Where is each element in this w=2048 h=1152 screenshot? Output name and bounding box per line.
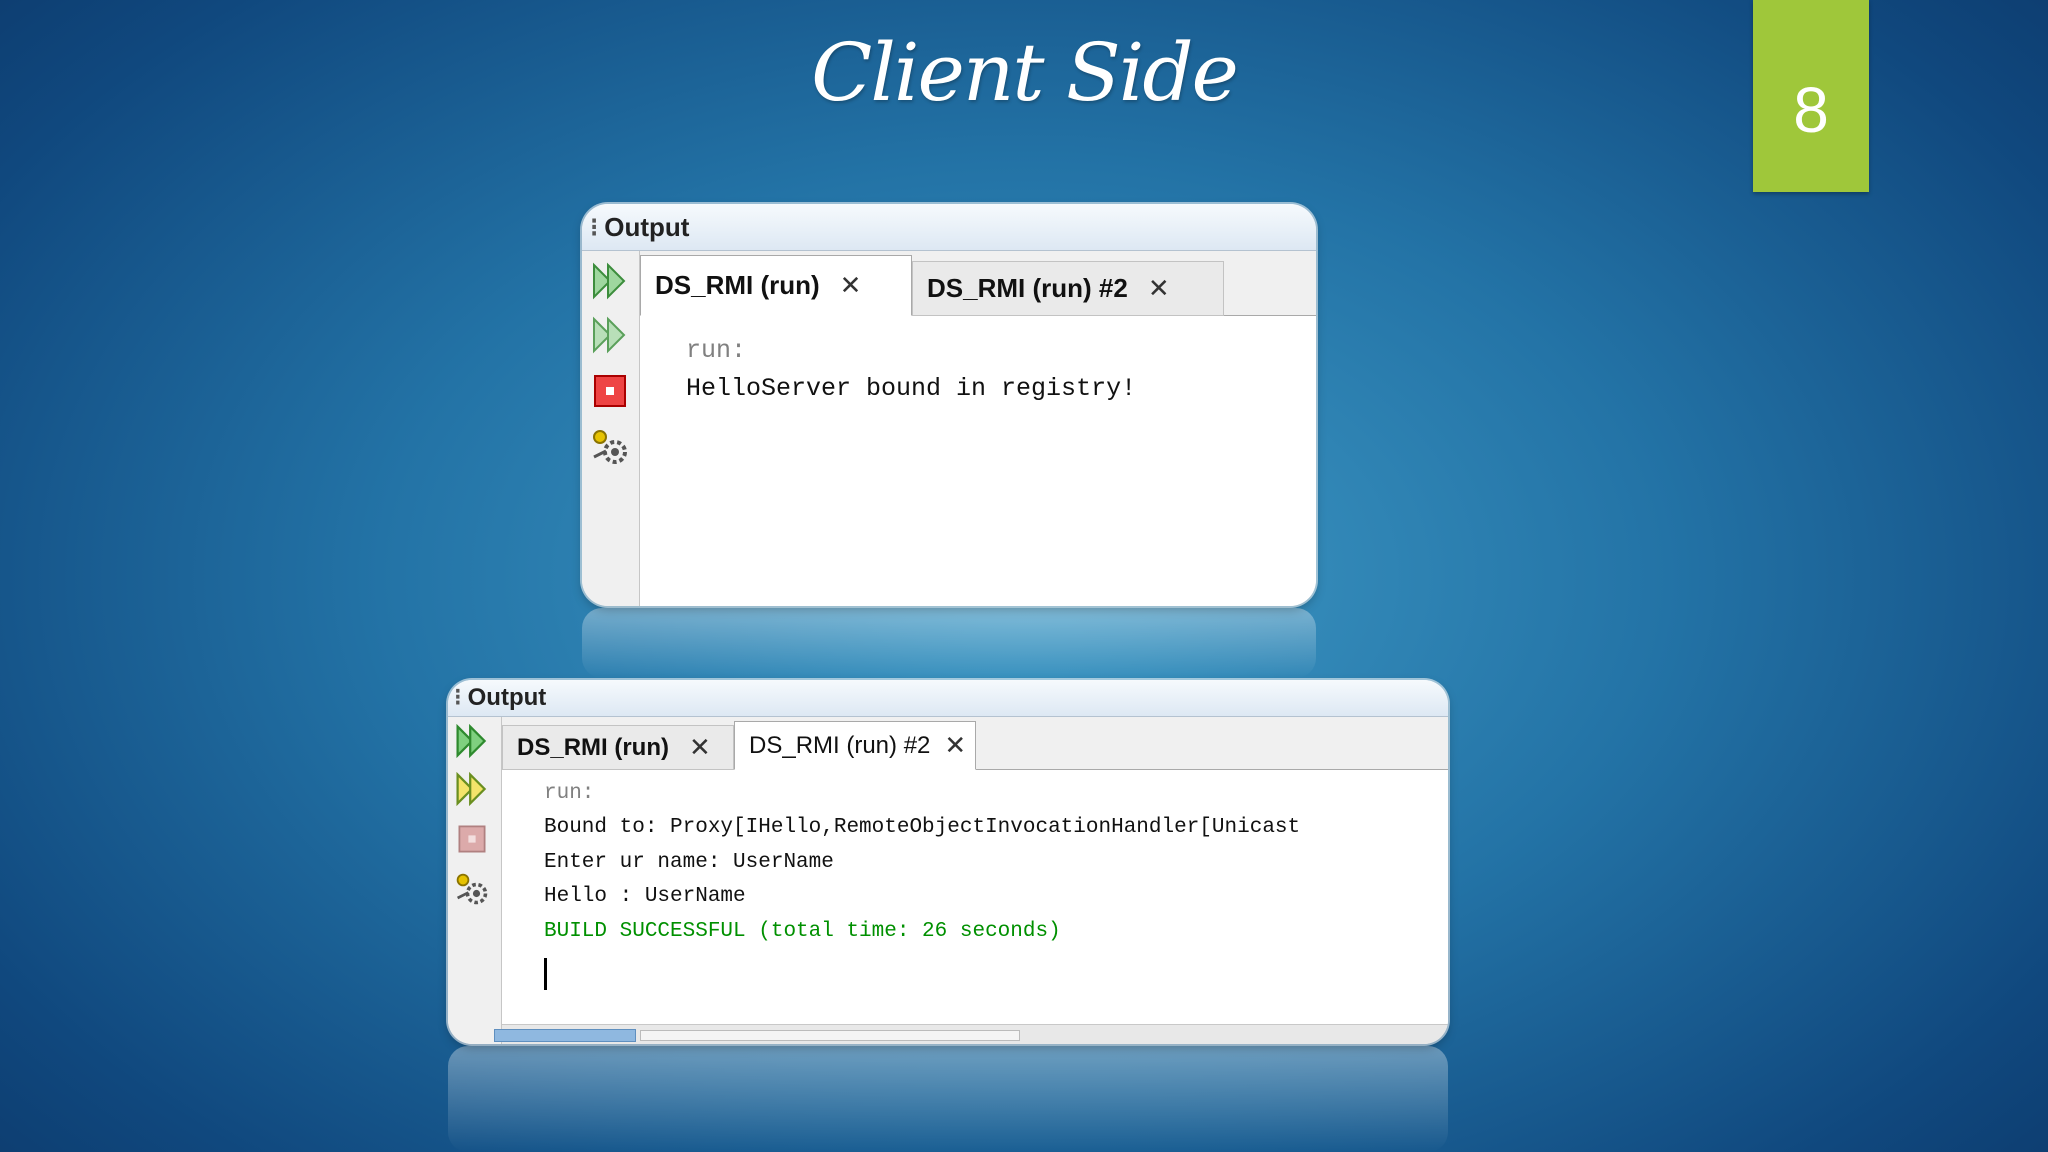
stop-icon[interactable] [454,821,490,857]
tab-ds-rmi-run[interactable]: DS_RMI (run) ✕ [640,255,912,316]
output-toolbar [582,251,640,606]
settings-icon[interactable] [590,427,630,467]
tab-ds-rmi-run-2[interactable]: DS_RMI (run) #2 ✕ [734,721,976,770]
close-icon[interactable]: ✕ [1148,273,1170,304]
tab-label: DS_RMI (run) #2 [749,731,931,759]
console-output[interactable]: run: HelloServer bound in registry! [640,316,1316,606]
output-panel-header: ⁝ Output [448,680,1448,717]
output-toolbar [448,717,502,1044]
slide-title: Client Side [811,26,1239,119]
console-line: Bound to: Proxy[IHello,RemoteObjectInvoc… [544,816,1301,839]
output-window-server: ⁝ Output DS_RMI (run) ✕ DS_RMI (run) #2 ✕… [582,204,1316,606]
close-icon[interactable]: ✕ [944,730,966,761]
output-tabs: DS_RMI (run) ✕ DS_RMI (run) #2 ✕ [502,717,1448,770]
close-icon[interactable]: ✕ [840,270,862,301]
close-icon[interactable]: ✕ [689,732,711,763]
stop-icon[interactable] [590,371,630,411]
output-window-client: ⁝ Output DS_RMI (run) ✕ DS_RMI (run) #2 ✕… [448,680,1448,1044]
scrollbar-track [640,1030,1020,1041]
console-line: Hello : UserName [544,885,746,908]
rerun-icon[interactable] [590,261,630,301]
horizontal-scrollbar[interactable] [494,1024,1448,1044]
rerun-with-options-icon[interactable] [454,771,490,807]
rerun-with-options-icon[interactable] [590,315,630,355]
console-output[interactable]: run: Bound to: Proxy[IHello,RemoteObject… [502,770,1448,1024]
console-run-line: run: [544,782,595,805]
build-status-line: BUILD SUCCESSFUL (total time: 26 seconds… [544,920,1061,943]
output-title: Output [604,212,690,242]
panel-reflection [448,1046,1448,1152]
tab-ds-rmi-run[interactable]: DS_RMI (run) ✕ [502,725,734,770]
rerun-icon[interactable] [454,723,490,759]
page-number-badge: 8 [1753,0,1869,192]
tab-label: DS_RMI (run) [517,733,669,761]
drag-grip-icon[interactable]: ⁝ [454,684,462,711]
scrollbar-thumb[interactable] [494,1029,636,1042]
tab-ds-rmi-run-2[interactable]: DS_RMI (run) #2 ✕ [912,261,1224,316]
console-run-line: run: [686,336,747,365]
tab-label: DS_RMI (run) #2 [927,273,1128,303]
drag-grip-icon[interactable]: ⁝ [590,212,598,242]
output-tabs: DS_RMI (run) ✕ DS_RMI (run) #2 ✕ [640,251,1316,316]
console-line: Enter ur name: UserName [544,851,834,874]
output-title: Output [467,684,547,711]
text-caret [544,958,547,990]
panel-reflection [582,608,1316,678]
settings-icon[interactable] [454,871,490,907]
console-line: HelloServer bound in registry! [686,374,1137,403]
tab-label: DS_RMI (run) [655,270,820,300]
output-panel-header: ⁝ Output [582,204,1316,251]
